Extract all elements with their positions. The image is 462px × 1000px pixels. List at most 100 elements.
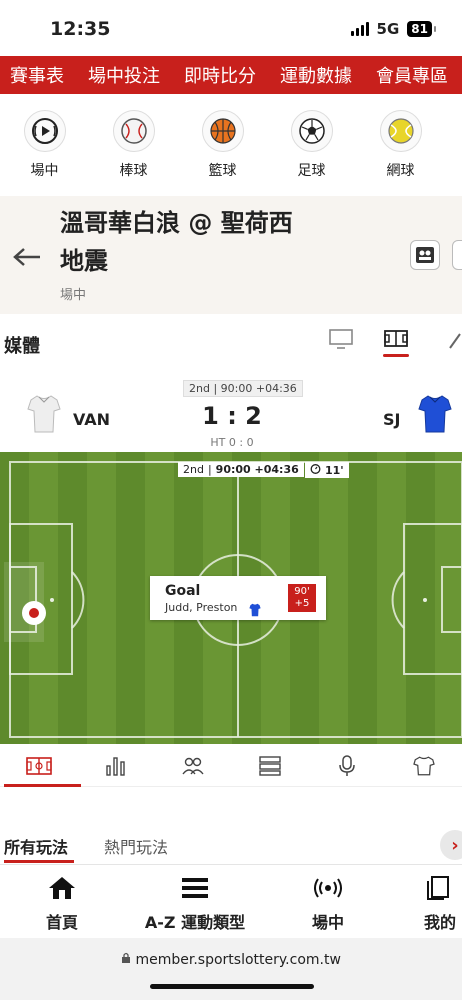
match-clock-badge: 2nd | 90:00 +04:36 bbox=[183, 380, 303, 397]
status-time: 12:35 bbox=[50, 18, 111, 40]
lineup-icon bbox=[416, 247, 434, 263]
home-indicator bbox=[150, 984, 314, 989]
away-team-name: SJ bbox=[383, 410, 401, 429]
menu-icon bbox=[182, 878, 208, 898]
network-label: 5G bbox=[376, 20, 400, 38]
match-title-line2: 地震 bbox=[60, 247, 108, 275]
scoreboard: 2nd | 90:00 +04:36 VAN 1 : 2 HT 0 : 0 SJ bbox=[0, 372, 462, 452]
tab-stats[interactable] bbox=[77, 745, 154, 787]
my-bets-icon bbox=[427, 876, 449, 900]
pitch-tracker: 2nd | 90:00 +04:36 11' Goal Judd, Preston … bbox=[0, 452, 462, 744]
media-title: 媒體 bbox=[4, 336, 40, 357]
event-player: Judd, Preston bbox=[165, 601, 238, 614]
sport-item-live[interactable]: 場中 bbox=[0, 110, 89, 190]
event-minute-added: +5 bbox=[294, 598, 310, 609]
nav-home[interactable]: 首頁 bbox=[36, 875, 88, 933]
basketball-icon bbox=[201, 110, 244, 152]
lineup-icon bbox=[181, 757, 204, 775]
media-active-underline bbox=[383, 354, 409, 357]
sport-label: 足球 bbox=[297, 163, 326, 179]
tab-pitch[interactable] bbox=[0, 745, 81, 787]
nav-label: 我的 bbox=[424, 913, 457, 932]
event-title: Goal bbox=[165, 583, 201, 599]
match-title: 溫哥華白浪 @ 聖荷西 地震 bbox=[60, 204, 310, 280]
sport-item-tennis[interactable]: 網球 bbox=[356, 110, 445, 190]
back-arrow-icon[interactable] bbox=[12, 244, 42, 274]
period-label: 2nd bbox=[189, 382, 210, 395]
expand-icon[interactable] bbox=[448, 330, 462, 354]
tab-timeline[interactable] bbox=[231, 745, 308, 787]
topnav-item-member[interactable]: 會員專區 bbox=[364, 62, 460, 88]
tv-icon[interactable] bbox=[328, 328, 354, 354]
media-row: 媒體 bbox=[0, 316, 462, 372]
live-icon bbox=[23, 110, 66, 152]
away-kit-icon bbox=[418, 394, 452, 438]
ball-position-marker bbox=[22, 601, 46, 625]
scorer-kit-icon bbox=[248, 602, 262, 621]
home-kit-icon bbox=[27, 394, 61, 438]
topnav-item-stats[interactable]: 運動數據 bbox=[268, 62, 364, 88]
lineup-button[interactable] bbox=[410, 240, 440, 270]
sport-label: 場中 bbox=[30, 163, 59, 179]
top-nav: 賽事表 場中投注 即時比分 運動數據 會員專區 bbox=[0, 56, 462, 94]
status-bar: 12:35 5G 81 bbox=[0, 0, 462, 56]
sport-item-esports[interactable]: 電 bbox=[445, 110, 462, 190]
nav-label: 場中 bbox=[311, 913, 344, 932]
event-minute: 90' bbox=[294, 586, 310, 597]
market-active-underline bbox=[4, 860, 74, 863]
sport-item-basketball[interactable]: 籃球 bbox=[178, 110, 267, 190]
lock-icon bbox=[121, 952, 135, 968]
tab-kits[interactable] bbox=[385, 745, 462, 787]
soccer-icon bbox=[290, 110, 333, 152]
baseball-icon bbox=[112, 110, 155, 152]
market-tab-all[interactable]: 所有玩法 bbox=[4, 834, 68, 858]
status-indicators: 5G 81 bbox=[350, 20, 436, 38]
nav-live[interactable]: 場中 bbox=[302, 875, 354, 933]
signal-icon bbox=[350, 22, 369, 36]
battery-icon: 81 bbox=[407, 21, 436, 37]
url-bar[interactable]: member.sportslottery.com.tw bbox=[0, 952, 462, 968]
topnav-item-live-score[interactable]: 即時比分 bbox=[172, 62, 268, 88]
nav-label: 首頁 bbox=[45, 913, 78, 932]
live-broadcast-icon bbox=[314, 878, 342, 898]
pitch-timer-badge: 11' bbox=[305, 462, 349, 478]
event-minute-badge: 90' +5 bbox=[288, 584, 316, 612]
bottom-nav: 首頁 A-Z 運動類型 場中 我的 bbox=[0, 864, 462, 938]
score-result: 1 : 2 bbox=[202, 402, 262, 430]
nav-mine[interactable]: 我的 bbox=[424, 875, 462, 933]
topnav-item-schedule[interactable]: 賽事表 bbox=[0, 62, 76, 88]
match-title-line1: 溫哥華白浪 @ 聖荷西 bbox=[60, 209, 293, 237]
halftime-score: HT 0 : 0 bbox=[210, 436, 254, 449]
sport-item-baseball[interactable]: 棒球 bbox=[89, 110, 178, 190]
match-status: 場中 bbox=[60, 288, 87, 303]
pitch-period: 2nd bbox=[183, 463, 204, 476]
nav-sports-az[interactable]: A-Z 運動類型 bbox=[142, 875, 248, 933]
nav-label: A-Z 運動類型 bbox=[144, 913, 246, 932]
stopwatch-icon bbox=[310, 463, 321, 477]
bar-chart-icon bbox=[105, 757, 125, 776]
market-tab-hot[interactable]: 熱門玩法 bbox=[104, 834, 168, 858]
browser-bar: member.sportslottery.com.tw bbox=[0, 938, 462, 1000]
pitch-clock: 90:00 +04:36 bbox=[215, 463, 299, 476]
tab-commentary[interactable] bbox=[308, 745, 385, 787]
tab-lineups[interactable] bbox=[154, 745, 231, 787]
more-button[interactable] bbox=[452, 240, 462, 270]
topnav-item-live-betting[interactable]: 場中投注 bbox=[76, 62, 172, 88]
clock-label: 90:00 +04:36 bbox=[220, 382, 297, 395]
pitch-timer: 11' bbox=[325, 463, 344, 477]
sport-label: 網球 bbox=[386, 163, 415, 179]
market-tabs: 所有玩法 熱門玩法 › bbox=[0, 826, 462, 864]
url-text: member.sportslottery.com.tw bbox=[135, 952, 341, 968]
tracker-tabs bbox=[0, 745, 462, 787]
tennis-icon bbox=[379, 110, 422, 152]
home-team-name: VAN bbox=[73, 410, 111, 429]
list-icon bbox=[258, 756, 281, 776]
home-icon bbox=[49, 877, 75, 899]
pitch-tracker-icon[interactable] bbox=[383, 328, 409, 354]
sport-label: 棒球 bbox=[119, 163, 148, 179]
pitch-icon bbox=[25, 757, 52, 775]
match-header: 溫哥華白浪 @ 聖荷西 地震 場中 bbox=[0, 196, 462, 314]
jersey-icon bbox=[412, 756, 435, 776]
chevron-right-icon[interactable]: › bbox=[440, 830, 462, 860]
sport-item-soccer[interactable]: 足球 bbox=[267, 110, 356, 190]
